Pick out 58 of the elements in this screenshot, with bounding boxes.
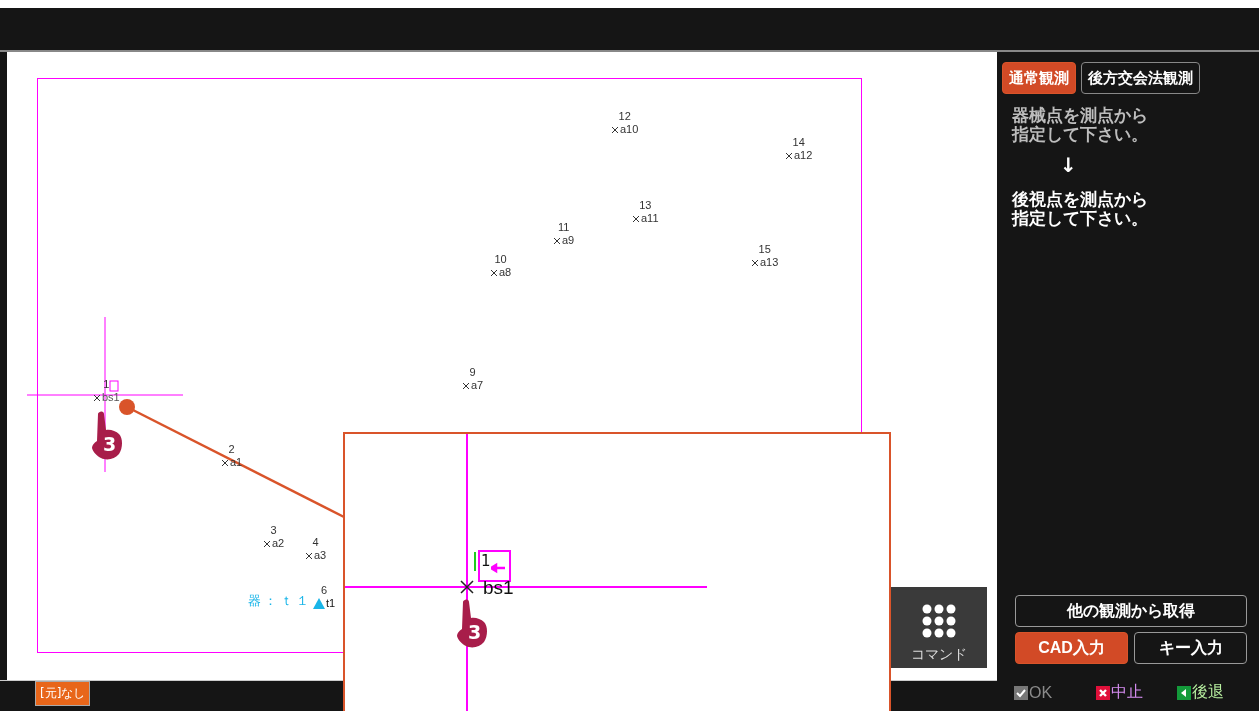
cross-mark-icon xyxy=(553,236,561,245)
point-name: a13 xyxy=(760,256,779,269)
point-name: a10 xyxy=(620,123,639,136)
point-number: 15 xyxy=(758,243,771,256)
input-button[interactable]: キー入力 xyxy=(1134,632,1247,664)
mode-tab[interactable]: 後方交会法観測 xyxy=(1081,62,1200,94)
triangle-marker-icon xyxy=(313,598,325,609)
point-number: 12 xyxy=(618,110,631,123)
cross-mark-icon xyxy=(305,551,313,560)
point-number: 11 xyxy=(557,221,570,234)
cross-mark-icon xyxy=(632,214,640,223)
cross-mark-icon xyxy=(263,539,271,548)
point-number: 13 xyxy=(639,199,652,212)
cross-mark-icon xyxy=(462,381,470,390)
cross-mark-icon xyxy=(751,258,759,267)
cancel-button[interactable]: 中止 xyxy=(1095,682,1178,703)
point-number: 10 xyxy=(494,253,507,266)
mode-tab[interactable]: 通常観測 xyxy=(1002,62,1076,94)
cross-mark-icon xyxy=(93,393,101,402)
point-number: 9 xyxy=(469,366,476,379)
point-number: 3 xyxy=(270,524,277,537)
point-number: 4 xyxy=(312,536,319,549)
point-number: 1 xyxy=(481,552,491,570)
check-icon xyxy=(1014,685,1028,700)
step-number: 3 xyxy=(103,434,117,454)
point-name: t1 xyxy=(326,597,336,610)
cross-mark-icon xyxy=(460,580,474,594)
instruction-text: 器械点を測点から xyxy=(1011,106,1149,125)
command-button[interactable]: コマンド xyxy=(891,587,987,668)
cross-mark-icon xyxy=(611,125,619,134)
point-name: a3 xyxy=(314,549,327,562)
point-name: a9 xyxy=(562,234,575,247)
instrument-label: 器：ｔ１ xyxy=(248,592,312,610)
instruction-text: 後視点を測点から xyxy=(1011,190,1149,209)
point-name: a12 xyxy=(794,149,813,162)
step-number: 3 xyxy=(468,622,482,642)
point-name: a2 xyxy=(272,537,285,550)
point-name: a11 xyxy=(641,212,659,225)
down-arrow: ↓ xyxy=(1059,153,1078,177)
close-icon xyxy=(1095,685,1110,700)
grid-dots-icon xyxy=(922,604,956,638)
instruction-text: 指定して下さい。 xyxy=(1010,209,1149,228)
back-button[interactable]: 後退 xyxy=(1177,682,1259,703)
point-number: 2 xyxy=(228,443,235,456)
cross-mark-icon xyxy=(221,458,229,467)
input-button[interactable]: CAD入力 xyxy=(1015,632,1128,664)
point-name: a8 xyxy=(499,266,512,279)
instruction-text: 指定して下さい。 xyxy=(1010,125,1149,144)
point-number: 1 xyxy=(103,378,110,391)
point-name: a7 xyxy=(471,379,484,392)
source-badge: [元]なし xyxy=(35,681,91,706)
input-button[interactable]: 他の観測から取得 xyxy=(1015,595,1247,627)
point-number: 14 xyxy=(792,136,805,149)
cross-mark-icon xyxy=(785,151,793,160)
point-number: 6 xyxy=(321,584,328,597)
cross-mark-icon xyxy=(490,268,498,277)
selection-box xyxy=(109,380,119,392)
selection-box xyxy=(478,550,511,582)
